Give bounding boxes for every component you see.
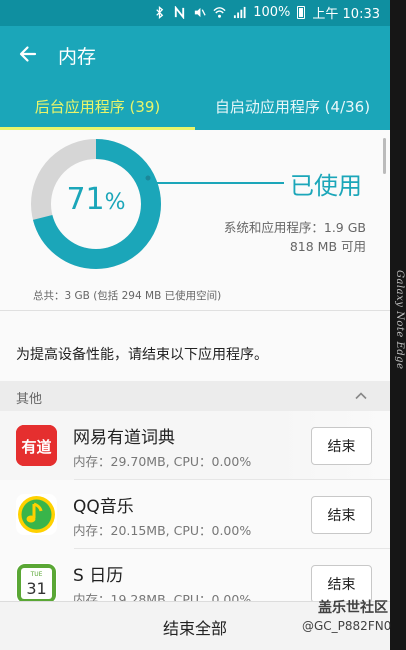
- arrow-left-icon: [19, 46, 37, 62]
- nfc-icon: [175, 6, 185, 19]
- total-memory: 总共：3 GB (包括 294 MB 已使用空间): [33, 290, 222, 302]
- prompt-text: 为提高设备性能，请结束以下应用程序。: [16, 347, 268, 363]
- youdao-icon-text: 有道: [21, 438, 51, 456]
- chevron-up-icon[interactable]: [354, 389, 368, 403]
- calendar-logo: TUE 31: [17, 564, 56, 603]
- donut-marker: [145, 175, 151, 181]
- page-title: 内存: [58, 46, 97, 68]
- battery-percent: 100%: [253, 5, 291, 20]
- watermark-title: 盖乐世社区: [318, 600, 388, 616]
- prompt-section: 为提高设备性能，请结束以下应用程序。: [0, 311, 390, 381]
- memory-percent: 71%: [30, 182, 162, 217]
- available-memory: 818 MB 可用: [289, 239, 366, 254]
- app-bar: 内存: [0, 26, 390, 82]
- used-label: 已使用: [290, 172, 362, 200]
- qq-music-logo: [18, 496, 55, 533]
- youdao-icon: 有道: [16, 425, 57, 466]
- app-name: 网易有道词典: [73, 428, 175, 448]
- calendar-icon: TUE 31: [16, 563, 57, 604]
- tab-bar: 后台应用程序 (39) 自启动应用程序 (4/36): [0, 82, 390, 130]
- phone-screen: 100% 上午 10:33 内存 后台应用程序 (39) 自启动应用程序 (4/…: [0, 0, 390, 650]
- scrollbar[interactable]: [383, 138, 386, 174]
- wifi-icon: [213, 7, 226, 18]
- memory-percent-unit: %: [104, 190, 126, 215]
- tab-label: 后台应用程序 (39): [34, 97, 161, 116]
- tab-label: 自启动应用程序 (4/36): [214, 97, 371, 116]
- qq-music-icon: [16, 494, 57, 535]
- system-usage: 系统和应用程序：1.9 GB: [223, 220, 366, 235]
- app-name: S 日历: [73, 566, 124, 586]
- status-icons: 100% 上午 10:33: [153, 3, 380, 22]
- youdao-logo: 有道: [16, 425, 57, 466]
- memory-overview: 71% 已使用 系统和应用程序：1.9 GB 818 MB 可用 总共：3 GB…: [0, 130, 390, 310]
- device-brand-label: Galaxy Note Edge: [394, 270, 405, 370]
- battery-icon: [297, 6, 306, 19]
- section-title: 其他: [16, 392, 43, 407]
- used-connector-line: [150, 182, 284, 184]
- end-app-button[interactable]: 结束: [311, 427, 372, 465]
- end-app-button[interactable]: 结束: [311, 496, 372, 534]
- bluetooth-icon: [156, 6, 164, 19]
- watermark-handle: @GC_P882FN0: [302, 619, 392, 633]
- status-bar: 100% 上午 10:33: [0, 0, 390, 26]
- calendar-day: TUE: [30, 571, 43, 578]
- signal-icon: [234, 6, 246, 19]
- tab-background-apps[interactable]: 后台应用程序 (39): [0, 82, 195, 130]
- app-row-qq-music[interactable]: QQ音乐 内存：20.15MB, CPU：0.00% 结束: [0, 480, 390, 549]
- app-usage: 内存：29.70MB, CPU：0.00%: [73, 454, 252, 469]
- clock: 上午 10:33: [312, 7, 380, 22]
- calendar-date: 31: [26, 579, 46, 598]
- section-header-other[interactable]: 其他: [0, 381, 390, 411]
- memory-percent-value: 71: [66, 182, 105, 217]
- back-button[interactable]: [12, 38, 44, 70]
- app-name: QQ音乐: [73, 497, 134, 517]
- mute-icon: [195, 7, 206, 18]
- tab-autostart-apps[interactable]: 自启动应用程序 (4/36): [195, 82, 390, 130]
- app-row-youdao[interactable]: 有道 网易有道词典 内存：29.70MB, CPU：0.00% 结束: [0, 411, 390, 480]
- app-usage: 内存：20.15MB, CPU：0.00%: [73, 523, 252, 538]
